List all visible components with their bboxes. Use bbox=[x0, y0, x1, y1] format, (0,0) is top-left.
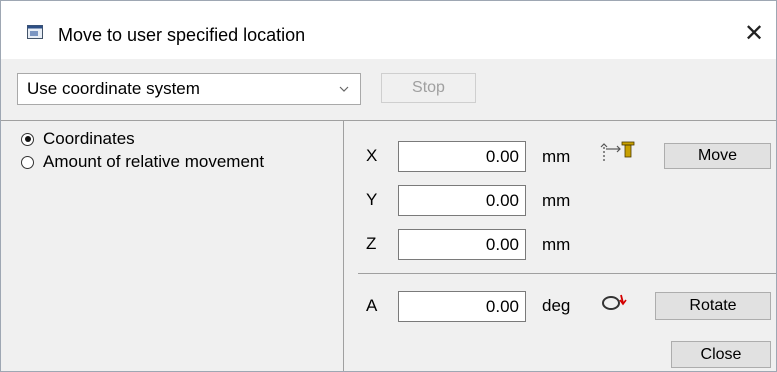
app-window-icon bbox=[27, 25, 43, 39]
a-unit: deg bbox=[542, 296, 571, 315]
mode-option-label: Amount of relative movement bbox=[43, 152, 265, 171]
panel-divider bbox=[343, 121, 344, 371]
rotate-icon bbox=[602, 294, 627, 310]
window-title: Move to user specified location bbox=[58, 25, 306, 45]
close-button[interactable]: Close bbox=[671, 341, 771, 368]
axis-label-a: A bbox=[366, 296, 378, 315]
move-button[interactable]: Move bbox=[664, 143, 771, 169]
rotate-button[interactable]: Rotate bbox=[655, 292, 771, 320]
coordinate-mode-select[interactable]: Use coordinate system bbox=[17, 73, 361, 105]
move-tool-icon bbox=[600, 141, 635, 161]
mode-option-label: Coordinates bbox=[43, 129, 135, 148]
y-unit: mm bbox=[542, 191, 571, 210]
mode-option-relative[interactable]: Amount of relative movement bbox=[21, 152, 264, 172]
coordinate-mode-value: Use coordinate system bbox=[27, 79, 200, 98]
title-bar: Move to user specified location ✕ bbox=[1, 1, 776, 59]
mode-option-coordinates[interactable]: Coordinates bbox=[21, 129, 135, 149]
toolbar-divider bbox=[1, 120, 776, 121]
stop-button[interactable]: Stop bbox=[381, 73, 476, 103]
window-close-button[interactable]: ✕ bbox=[739, 19, 769, 49]
radio-relative-movement[interactable] bbox=[21, 155, 34, 169]
axis-label-y: Y bbox=[366, 190, 378, 209]
dialog-window: Move to user specified location ✕ Use co… bbox=[0, 0, 777, 372]
x-value-input[interactable]: 0.00 bbox=[398, 141, 526, 172]
rotation-divider bbox=[358, 273, 776, 274]
a-value-input[interactable]: 0.00 bbox=[398, 291, 526, 322]
chevron-down-icon bbox=[339, 86, 349, 92]
axis-label-z: Z bbox=[366, 234, 377, 253]
x-unit: mm bbox=[542, 147, 571, 166]
z-unit: mm bbox=[542, 235, 571, 254]
axis-label-x: X bbox=[366, 146, 378, 165]
radio-coordinates[interactable] bbox=[21, 132, 34, 146]
z-value-input[interactable]: 0.00 bbox=[398, 229, 526, 260]
y-value-input[interactable]: 0.00 bbox=[398, 185, 526, 216]
